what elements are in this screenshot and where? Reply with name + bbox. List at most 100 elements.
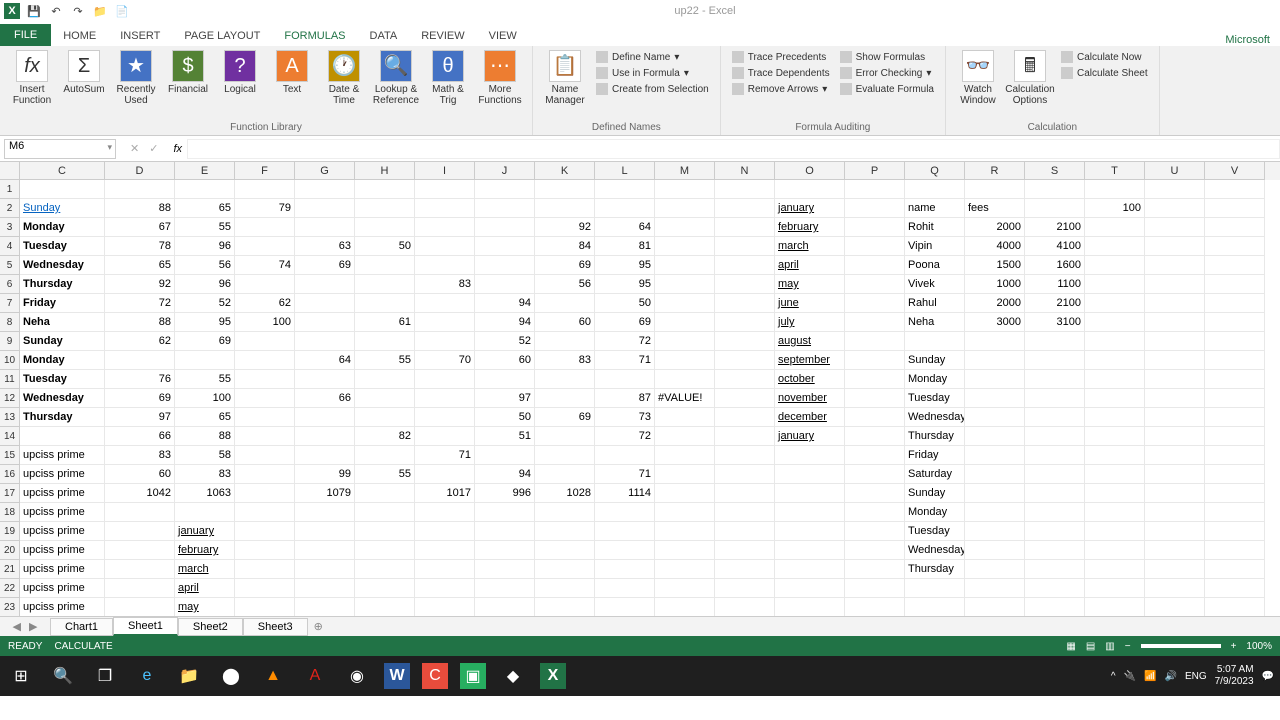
- calculate-sheet-button[interactable]: Calculate Sheet: [1058, 66, 1151, 80]
- cell[interactable]: 62: [105, 332, 175, 351]
- name-box[interactable]: M6: [4, 139, 116, 159]
- cell[interactable]: Vipin: [905, 237, 965, 256]
- cell[interactable]: [1205, 579, 1265, 598]
- cell[interactable]: [415, 237, 475, 256]
- cell[interactable]: [655, 484, 715, 503]
- cell[interactable]: [965, 503, 1025, 522]
- cell[interactable]: [1205, 294, 1265, 313]
- cell[interactable]: upciss prime: [20, 579, 105, 598]
- cell[interactable]: Thursday: [20, 408, 105, 427]
- cell[interactable]: [105, 560, 175, 579]
- cell[interactable]: [655, 522, 715, 541]
- explorer-icon[interactable]: 📁: [174, 661, 204, 691]
- row-header[interactable]: 11: [0, 370, 20, 389]
- cell[interactable]: [715, 427, 775, 446]
- cell[interactable]: [1085, 351, 1145, 370]
- cell[interactable]: 74: [235, 256, 295, 275]
- cell[interactable]: [845, 199, 905, 218]
- tab-data[interactable]: DATA: [358, 26, 410, 46]
- cell[interactable]: [1145, 503, 1205, 522]
- cell[interactable]: [1145, 389, 1205, 408]
- cell[interactable]: 70: [415, 351, 475, 370]
- cell[interactable]: Friday: [20, 294, 105, 313]
- cell[interactable]: [295, 522, 355, 541]
- cell[interactable]: [715, 541, 775, 560]
- cell[interactable]: [775, 503, 845, 522]
- cell[interactable]: [415, 256, 475, 275]
- cell[interactable]: [355, 199, 415, 218]
- cell[interactable]: [535, 332, 595, 351]
- cell[interactable]: [415, 180, 475, 199]
- account-label[interactable]: Microsoft: [1225, 34, 1280, 46]
- tray-lang[interactable]: ENG: [1185, 671, 1207, 682]
- define-name-button[interactable]: Define Name ▾: [593, 50, 712, 64]
- cell[interactable]: [1205, 427, 1265, 446]
- cell[interactable]: [845, 370, 905, 389]
- cell[interactable]: [295, 180, 355, 199]
- cell[interactable]: Neha: [20, 313, 105, 332]
- cell[interactable]: [415, 313, 475, 332]
- cell[interactable]: [965, 484, 1025, 503]
- tab-sheet2[interactable]: Sheet2: [178, 618, 243, 636]
- cell[interactable]: 61: [355, 313, 415, 332]
- cell[interactable]: [595, 579, 655, 598]
- cell[interactable]: Poona: [905, 256, 965, 275]
- cell[interactable]: 95: [595, 275, 655, 294]
- cell[interactable]: [1145, 332, 1205, 351]
- cell[interactable]: [415, 579, 475, 598]
- cell[interactable]: [535, 541, 595, 560]
- cell[interactable]: [775, 484, 845, 503]
- cell[interactable]: [1145, 370, 1205, 389]
- cell[interactable]: [1025, 446, 1085, 465]
- taskview-icon[interactable]: ❐: [90, 661, 120, 691]
- insert-function-button[interactable]: fxInsert Function: [8, 50, 56, 106]
- row-header[interactable]: 15: [0, 446, 20, 465]
- tab-file[interactable]: FILE: [0, 24, 51, 46]
- column-header-E[interactable]: E: [175, 162, 235, 180]
- cell[interactable]: [1205, 199, 1265, 218]
- cell[interactable]: [715, 237, 775, 256]
- column-header-U[interactable]: U: [1145, 162, 1205, 180]
- column-header-P[interactable]: P: [845, 162, 905, 180]
- cell[interactable]: [715, 332, 775, 351]
- cell[interactable]: [845, 218, 905, 237]
- cell[interactable]: [1025, 199, 1085, 218]
- cell[interactable]: 3000: [965, 313, 1025, 332]
- column-header-O[interactable]: O: [775, 162, 845, 180]
- cell[interactable]: upciss prime: [20, 560, 105, 579]
- cell[interactable]: 1100: [1025, 275, 1085, 294]
- cell[interactable]: Monday: [905, 370, 965, 389]
- cell[interactable]: [595, 370, 655, 389]
- cell[interactable]: [235, 484, 295, 503]
- cell[interactable]: [1025, 332, 1085, 351]
- cell[interactable]: [20, 427, 105, 446]
- cell[interactable]: [535, 294, 595, 313]
- tab-home[interactable]: HOME: [51, 26, 108, 46]
- cell[interactable]: [715, 313, 775, 332]
- cell[interactable]: 69: [595, 313, 655, 332]
- cell[interactable]: 52: [175, 294, 235, 313]
- cell[interactable]: [1085, 408, 1145, 427]
- cell[interactable]: [295, 598, 355, 616]
- cell[interactable]: [775, 598, 845, 616]
- cell[interactable]: 83: [535, 351, 595, 370]
- cell[interactable]: [905, 598, 965, 616]
- cell[interactable]: [655, 579, 715, 598]
- select-all-corner[interactable]: [0, 162, 20, 180]
- cell[interactable]: [905, 579, 965, 598]
- cell[interactable]: [1145, 522, 1205, 541]
- cell[interactable]: 63: [295, 237, 355, 256]
- cell[interactable]: upciss prime: [20, 446, 105, 465]
- cell[interactable]: [655, 370, 715, 389]
- cell[interactable]: [235, 579, 295, 598]
- cell[interactable]: [355, 484, 415, 503]
- cell[interactable]: [1085, 237, 1145, 256]
- cell[interactable]: [295, 294, 355, 313]
- cell[interactable]: [1025, 598, 1085, 616]
- cell[interactable]: 94: [475, 313, 535, 332]
- cell[interactable]: [1205, 275, 1265, 294]
- formula-input[interactable]: [187, 139, 1280, 159]
- cell[interactable]: september: [775, 351, 845, 370]
- cell[interactable]: [775, 541, 845, 560]
- cell[interactable]: [475, 503, 535, 522]
